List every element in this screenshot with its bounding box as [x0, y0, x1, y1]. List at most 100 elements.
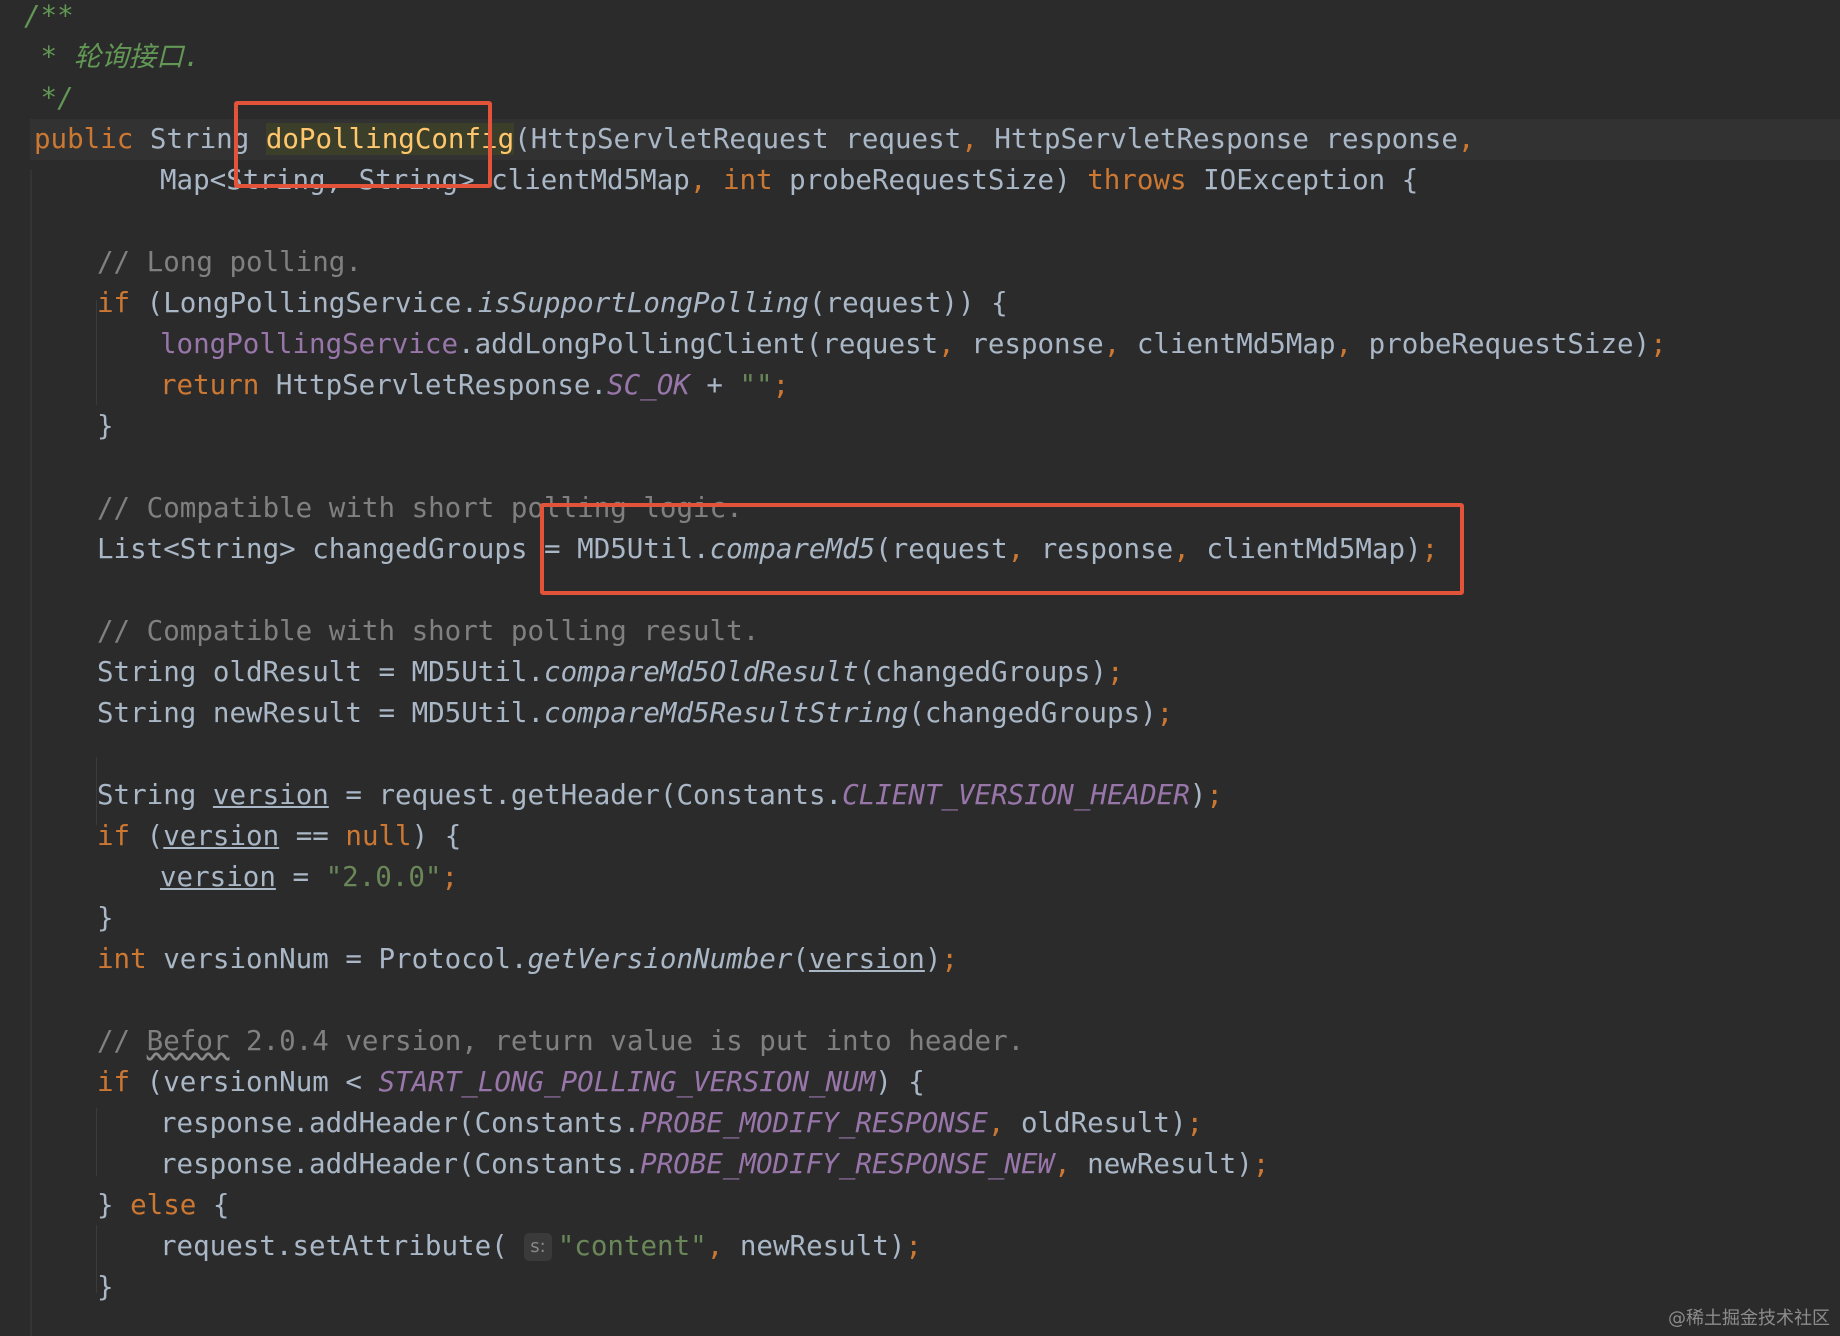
code-line[interactable]: // Compatible with short polling result.: [63, 611, 759, 652]
semicolon: ;: [941, 943, 958, 975]
comma: ,: [1103, 328, 1121, 360]
code-text: probeRequestSize): [1352, 328, 1651, 360]
comma: ,: [961, 123, 978, 155]
code-line[interactable]: // Befor 2.0.4 version, return value is …: [63, 1021, 1024, 1062]
constant-SC_OK: SC_OK: [607, 369, 690, 401]
var-version: version: [163, 820, 280, 852]
var-version: version: [212, 779, 329, 811]
code-line[interactable]: int versionNum = Protocol.getVersionNumb…: [63, 939, 958, 980]
code-line[interactable]: }: [63, 406, 114, 447]
semicolon: ;: [772, 369, 790, 401]
code-text: clientMd5Map: [1120, 328, 1336, 360]
code-text: ) {: [875, 1066, 925, 1098]
code-text: request.setAttribute(: [160, 1230, 525, 1262]
constant-PROBE_MODIFY_RESPONSE_NEW: PROBE_MODIFY_RESPONSE_NEW: [640, 1148, 1055, 1180]
code-line[interactable]: if (version == null) {: [63, 816, 461, 857]
code-text: (changedGroups): [858, 656, 1107, 688]
typo-befor: Befor: [146, 1025, 230, 1057]
code-text: (versionNum <: [130, 1066, 379, 1098]
semicolon: ;: [441, 861, 459, 893]
keyword-int: int: [722, 164, 773, 196]
code-text: +: [689, 369, 740, 401]
code-text: response.addHeader(Constants.: [160, 1107, 641, 1139]
code-text: oldResult): [1004, 1107, 1187, 1139]
code-line-signature[interactable]: public String doPollingConfig(HttpServle…: [0, 119, 1474, 160]
code-text: HttpServletResponse.: [259, 369, 608, 401]
comma: ,: [938, 328, 955, 360]
code-text: (LongPollingService.: [130, 287, 478, 319]
code-text: response.addHeader(Constants.: [160, 1148, 641, 1180]
semicolon: ;: [1106, 656, 1124, 688]
keyword-if: if: [97, 287, 131, 319]
comment-short-result: // Compatible with short polling result.: [97, 615, 760, 647]
semicolon: ;: [1156, 697, 1174, 729]
code-line[interactable]: version = "2.0.0";: [126, 857, 458, 898]
code-line[interactable]: * 轮询接口.: [0, 37, 201, 78]
keyword-return: return: [160, 369, 260, 401]
code-line[interactable]: String oldResult = MD5Util.compareMd5Old…: [63, 652, 1124, 693]
code-line[interactable]: } else {: [63, 1185, 229, 1226]
code-text: ==: [279, 820, 346, 852]
string-content: "content": [557, 1230, 707, 1262]
code-editor[interactable]: /** * 轮询接口. */ public String doPollingCo…: [0, 0, 1840, 1336]
params-request: (HttpServletRequest request: [514, 123, 962, 155]
params-response: HttpServletResponse response: [977, 123, 1458, 155]
watermark: @稀土掘金技术社区: [1668, 1308, 1830, 1329]
comma: ,: [1457, 123, 1475, 155]
doc-comment-open: /**: [24, 0, 74, 32]
code-text: (changedGroups): [908, 697, 1157, 729]
code-line[interactable]: */: [0, 78, 74, 119]
method-isSupportLongPolling: isSupportLongPolling: [477, 287, 809, 319]
keyword-if: if: [97, 1066, 131, 1098]
code-line[interactable]: // Long polling.: [63, 242, 362, 283]
comma: ,: [1335, 328, 1353, 360]
constant-CLIENT_VERSION_HEADER: CLIENT_VERSION_HEADER: [842, 779, 1190, 811]
code-text: =: [275, 861, 326, 893]
comma: ,: [1054, 1148, 1071, 1180]
code-text: String oldResult = MD5Util.: [97, 656, 545, 688]
keyword-int: int: [97, 943, 147, 975]
code-line[interactable]: if (versionNum < START_LONG_POLLING_VERS…: [63, 1062, 925, 1103]
code-line[interactable]: }: [63, 1267, 114, 1308]
code-text: response: [954, 328, 1104, 360]
code-text: = request.getHeader(Constants.: [328, 779, 843, 811]
code-line[interactable]: longPollingService.addLongPollingClient(…: [126, 324, 1667, 365]
code-text: (: [792, 943, 809, 975]
close-brace: }: [97, 410, 114, 442]
code-line[interactable]: response.addHeader(Constants.PROBE_MODIF…: [126, 1103, 1203, 1144]
comment-befor-text: 2.0.4 version, return value is put into …: [229, 1025, 1025, 1057]
indent-guide: [96, 1108, 97, 1176]
code-line[interactable]: String newResult = MD5Util.compareMd5Res…: [63, 693, 1173, 734]
code-line[interactable]: }: [63, 898, 114, 939]
comment-long-polling: // Long polling.: [97, 246, 362, 278]
semicolon: ;: [905, 1230, 922, 1262]
keyword-throws: throws: [1087, 164, 1187, 196]
code-line[interactable]: if (LongPollingService.isSupportLongPoll…: [63, 283, 1008, 324]
code-line[interactable]: return HttpServletResponse.SC_OK + "";: [126, 365, 789, 406]
code-line[interactable]: request.setAttribute( s: "content", newRe…: [126, 1226, 922, 1267]
semicolon: ;: [1206, 779, 1223, 811]
code-text: .addLongPollingClient(request: [458, 328, 939, 360]
code-text: ): [1189, 779, 1207, 811]
constant-PROBE_MODIFY_RESPONSE: PROBE_MODIFY_RESPONSE: [640, 1107, 988, 1139]
code-text: versionNum = Protocol.: [146, 943, 528, 975]
code-text: String newResult = MD5Util.: [97, 697, 545, 729]
type-string: String: [97, 779, 213, 811]
method-getVersionNumber: getVersionNumber: [527, 943, 793, 975]
field-longPollingService: longPollingService: [160, 328, 459, 360]
doc-comment-close: */: [24, 82, 74, 114]
comment-befor-prefix: //: [97, 1025, 147, 1057]
param-name-hint: s:: [524, 1233, 552, 1261]
code-text: (request)) {: [808, 287, 1008, 319]
code-text: }: [97, 1189, 131, 1221]
method-compareMd5ResultString: compareMd5ResultString: [544, 697, 909, 729]
code-line[interactable]: /**: [0, 0, 74, 37]
constant-START_LONG_POLLING_VERSION_NUM: START_LONG_POLLING_VERSION_NUM: [378, 1066, 876, 1098]
keyword-public: public: [34, 123, 134, 155]
code-line[interactable]: response.addHeader(Constants.PROBE_MODIF…: [126, 1144, 1269, 1185]
exception-type: IOException {: [1186, 164, 1419, 196]
semicolon: ;: [1252, 1148, 1270, 1180]
string-empty: "": [739, 369, 773, 401]
code-line[interactable]: String version = request.getHeader(Const…: [63, 775, 1223, 816]
method-compareMd5OldResult: compareMd5OldResult: [544, 656, 859, 688]
